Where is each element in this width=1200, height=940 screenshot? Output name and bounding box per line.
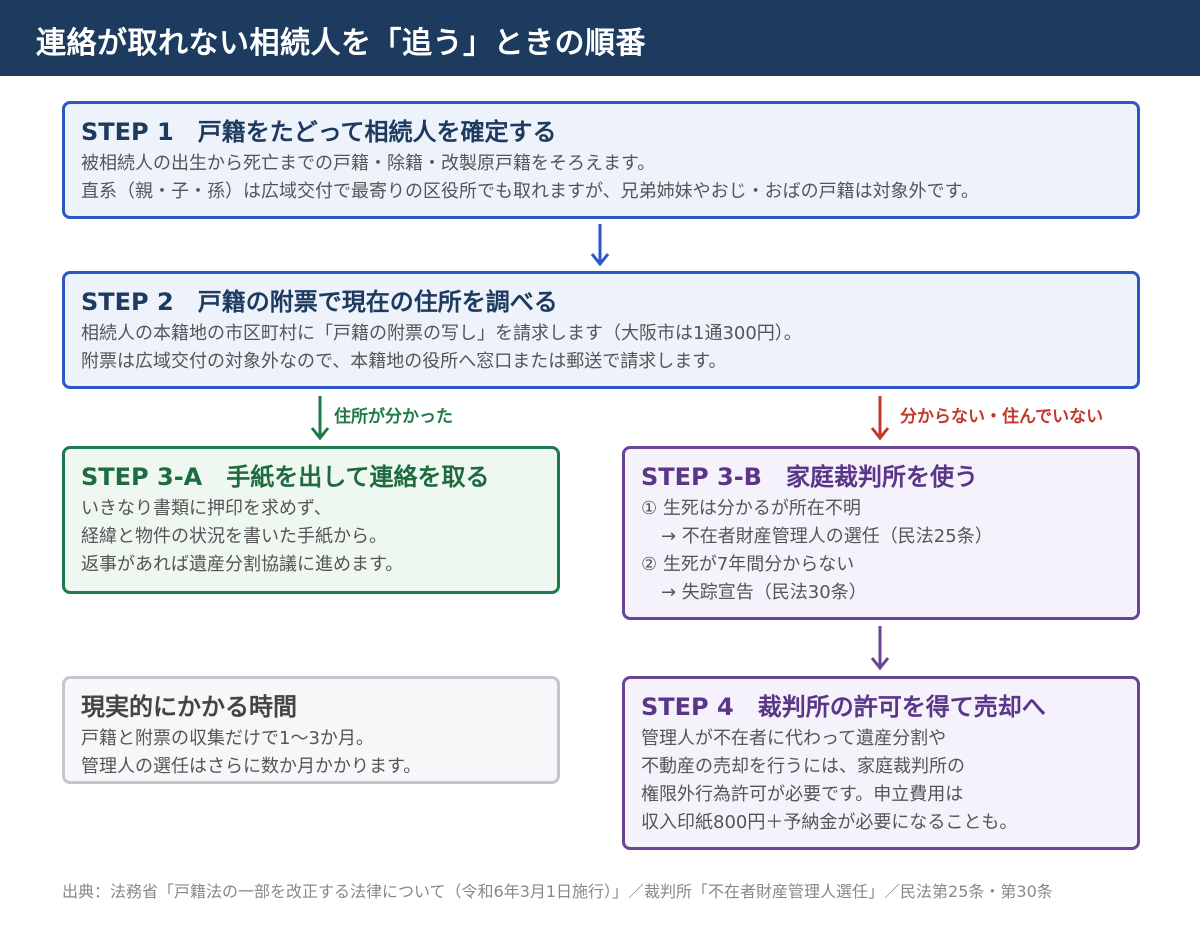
step1-line: 被相続人の出生から死亡までの戸籍・除籍・改製原戸籍をそろえます。 [81, 153, 656, 174]
step2-box: STEP 2 戸籍の附票で現在の住所を調べる 相続人の本籍地の市区町村に「戸籍の… [62, 271, 1140, 389]
time-title: 現実的にかかる時間 [81, 693, 297, 721]
step3b-line: → 不在者財産管理人の選任（民法25条） [661, 526, 993, 547]
arrow-down-icon [310, 396, 330, 441]
step3a-box: STEP 3-A 手紙を出して連絡を取る いきなり書類に押印を求めず、 経緯と物… [62, 446, 560, 594]
source-note: 出典：法務省「戸籍法の一部を改正する法律について（令和6年3月1日施行）」／裁判… [62, 882, 1053, 901]
time-box: 現実的にかかる時間 戸籍と附票の収集だけで1〜3か月。 管理人の選任はさらに数か… [62, 676, 560, 784]
time-line: 戸籍と附票の収集だけで1〜3か月。 [81, 728, 374, 749]
step3a-line: いきなり書類に押印を求めず、 [81, 498, 332, 519]
branch-not-found-label: 分からない・住んでいない [900, 407, 1104, 427]
step3b-line: → 失踪宣告（民法30条） [661, 582, 867, 603]
step1-line: 直系（親・子・孫）は広域交付で最寄りの区役所でも取れますが、兄弟姉妹やおじ・おば… [81, 181, 979, 202]
step4-line: 不動産の売却を行うには、家庭裁判所の [641, 756, 965, 777]
arrow-down-icon [870, 396, 890, 441]
step3b-title: STEP 3-B 家庭裁判所を使う [641, 463, 978, 491]
step1-box: STEP 1 戸籍をたどって相続人を確定する 被相続人の出生から死亡までの戸籍・… [62, 101, 1140, 219]
step4-title: STEP 4 裁判所の許可を得て売却へ [641, 693, 1046, 721]
step3a-title: STEP 3-A 手紙を出して連絡を取る [81, 463, 490, 491]
step3b-line: ① 生死は分かるが所在不明 [641, 498, 861, 519]
arrow-down-icon [870, 626, 890, 671]
step3b-box: STEP 3-B 家庭裁判所を使う ① 生死は分かるが所在不明 → 不在者財産管… [622, 446, 1140, 620]
header-bar: 連絡が取れない相続人を「追う」ときの順番 [0, 0, 1200, 76]
step4-line: 収入印紙800円＋予納金が必要になることも。 [641, 812, 1018, 833]
step4-box: STEP 4 裁判所の許可を得て売却へ 管理人が不在者に代わって遺産分割や 不動… [622, 676, 1140, 850]
time-line: 管理人の選任はさらに数か月かかります。 [81, 756, 422, 777]
arrow-down-icon [590, 224, 610, 267]
step2-line: 附票は広域交付の対象外なので、本籍地の役所へ窓口または郵送で請求します。 [81, 351, 727, 372]
step3a-line: 経緯と物件の状況を書いた手紙から。 [81, 526, 387, 547]
step4-line: 管理人が不在者に代わって遺産分割や [641, 728, 947, 749]
step3a-line: 返事があれば遺産分割協議に進めます。 [81, 554, 404, 575]
step2-title: STEP 2 戸籍の附票で現在の住所を調べる [81, 288, 558, 316]
page-title: 連絡が取れない相続人を「追う」ときの順番 [36, 26, 646, 61]
step3b-line: ② 生死が7年間分からない [641, 554, 855, 575]
step1-title: STEP 1 戸籍をたどって相続人を確定する [81, 118, 557, 146]
branch-found-label: 住所が分かった [334, 407, 453, 427]
step2-line: 相続人の本籍地の市区町村に「戸籍の附票の写し」を請求します（大阪市は1通300円… [81, 323, 802, 344]
step4-line: 権限外行為許可が必要です。申立費用は [641, 784, 964, 805]
